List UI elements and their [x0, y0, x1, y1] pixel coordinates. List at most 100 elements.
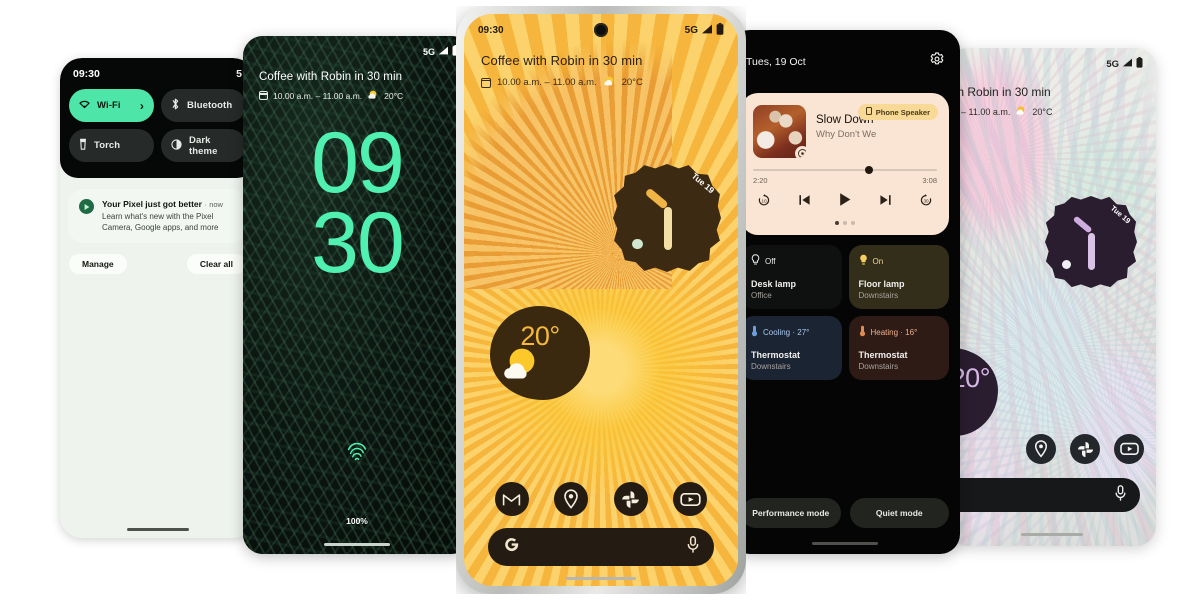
microphone-icon[interactable] [687, 536, 699, 558]
clock-widget[interactable]: Tue 19 [1045, 196, 1137, 288]
quiet-mode-button[interactable]: Quiet mode [849, 498, 949, 528]
device-screen: 09:30 5G Coffee with Robin in 30 min 10.… [464, 14, 738, 586]
notification-separator: · [204, 200, 207, 209]
elapsed-time: 2:20 [753, 176, 768, 185]
device-room: Downstairs [858, 291, 899, 300]
progress-slider[interactable] [753, 166, 937, 174]
page-dot[interactable] [851, 221, 855, 225]
status-bar: 5G [948, 48, 1156, 71]
page-dot-active[interactable] [835, 221, 839, 225]
status-bar: 09:30 5G [464, 14, 738, 38]
lightbulb-outline-icon [751, 254, 760, 268]
play-icon[interactable] [838, 192, 852, 212]
manage-button[interactable]: Manage [69, 254, 127, 275]
navigation-gesture-bar[interactable] [324, 543, 390, 546]
battery-full-icon [1136, 57, 1143, 71]
notification-body: Learn what's new with the Pixel Camera, … [102, 212, 219, 233]
navigation-gesture-bar[interactable] [812, 542, 878, 545]
calendar-icon [258, 91, 269, 100]
google-search-bar[interactable] [948, 478, 1140, 512]
forward-30-icon[interactable]: 30 [919, 193, 933, 212]
tile-torch[interactable]: Torch [69, 129, 154, 162]
device-name: Floor lamp [858, 279, 905, 289]
phone-lock-screen: 5G Coffee with Robin in 30 min 10.00 a.m… [243, 36, 471, 554]
google-g-icon [503, 536, 520, 558]
flashlight-icon [79, 138, 87, 153]
sun-cloud-icon [603, 75, 616, 90]
clock-minutes: 30 [311, 194, 405, 291]
clear-all-button[interactable]: Clear all [186, 254, 246, 275]
tile-wifi[interactable]: Wi-Fi › [69, 89, 154, 122]
microphone-icon[interactable] [1115, 484, 1126, 506]
navigation-gesture-bar[interactable] [566, 577, 636, 580]
glance-time-range: 10.00 a.m. – 11.00 a.m. [497, 77, 597, 88]
device-tile-desk-lamp[interactable]: Off Desk lamp Office [741, 245, 842, 309]
glance-title: Coffee with Robin in 30 min [259, 71, 403, 83]
google-search-bar[interactable] [488, 528, 714, 566]
device-room: Downstairs [858, 362, 899, 371]
status-time: 09:30 [73, 68, 100, 80]
youtube-icon[interactable] [1114, 434, 1144, 464]
glance-meta: 10.00 a.m. – 11.00 a.m. 20°C [258, 89, 455, 102]
device-tile-floor-lamp[interactable]: On Floor lamp Downstairs [848, 245, 949, 309]
track-artist: Why Don't We [816, 129, 877, 140]
clock-day-label: Tue 19 [689, 170, 717, 196]
at-a-glance[interactable]: Coffee with Robin in 30 min 10.00 a.m. –… [243, 58, 471, 102]
maps-pin-icon[interactable] [554, 482, 589, 516]
thermometer-heat-icon [859, 325, 866, 339]
calendar-icon [480, 77, 492, 88]
performance-mode-button[interactable]: Performance mode [741, 498, 841, 528]
tile-bluetooth[interactable]: Bluetooth [161, 89, 246, 122]
at-a-glance[interactable]: Coffee with Robin in 30 min 10.00 a.m. –… [464, 38, 738, 90]
page-dot[interactable] [843, 221, 847, 225]
tile-label: Wi-Fi [97, 100, 121, 111]
tile-dark-theme[interactable]: Dark theme [161, 129, 246, 162]
glance-meta: .00 a.m. – 11.00 a.m. 20°C [948, 105, 1156, 118]
media-controls: 10 30 [757, 192, 933, 212]
gmail-icon[interactable] [494, 482, 529, 516]
weather-widget[interactable]: 20° [490, 306, 590, 400]
device-name: Desk lamp [751, 279, 797, 289]
tile-label: Torch [94, 140, 121, 151]
youtube-icon[interactable] [673, 482, 708, 516]
phone-home-screen-orchid: 5G ee with Robin in 30 min .00 a.m. – 11… [948, 48, 1156, 546]
signal-bars-icon [1122, 58, 1133, 70]
skip-next-icon[interactable] [879, 193, 892, 211]
cast-source-icon [795, 146, 806, 158]
media-player-card[interactable]: Phone Speaker Slow Down Why Don't We 2:2… [741, 93, 949, 235]
navigation-gesture-bar[interactable] [1021, 533, 1083, 536]
pixel-showcase-stage: 09:30 5 Wi-Fi › Bluetooth Torch Dark the… [0, 0, 1200, 600]
progress-knob[interactable] [865, 166, 874, 174]
fingerprint-icon[interactable] [346, 440, 368, 469]
device-state: Heating · 16° [870, 327, 918, 337]
gear-icon[interactable] [930, 52, 944, 71]
maps-pin-icon[interactable] [1026, 434, 1056, 464]
album-art [753, 105, 806, 158]
output-device-chip[interactable]: Phone Speaker [857, 104, 938, 120]
app-dock [464, 482, 738, 516]
device-name: Thermostat [751, 350, 801, 360]
notification-time: now [209, 200, 223, 209]
device-tile-thermostat-heating[interactable]: Heating · 16° Thermostat Downstairs [848, 316, 949, 380]
output-device-label: Phone Speaker [875, 107, 930, 117]
thermometer-cool-icon [751, 325, 758, 339]
navigation-gesture-bar[interactable] [126, 528, 189, 531]
notification-card[interactable]: Your Pixel just got better · now Learn w… [68, 189, 247, 244]
phone-speaker-icon [865, 107, 872, 117]
google-photos-pinwheel-icon[interactable] [613, 482, 648, 516]
svg-text:10: 10 [761, 198, 767, 203]
tile-label: Dark theme [189, 134, 218, 157]
device-tile-thermostat-cooling[interactable]: Cooling · 27° Thermostat Downstairs [741, 316, 842, 380]
chevron-right-icon[interactable]: › [140, 99, 144, 113]
quick-settings-panel: 09:30 5 Wi-Fi › Bluetooth Torch Dark the… [60, 58, 255, 178]
google-photos-pinwheel-icon[interactable] [1070, 434, 1100, 464]
contrast-circle-icon [171, 138, 182, 153]
device-room: Office [751, 291, 772, 300]
device-state: Cooling · 27° [763, 327, 810, 337]
at-a-glance[interactable]: ee with Robin in 30 min .00 a.m. – 11.00… [948, 71, 1156, 118]
phone-google-home: Tues, 19 Oct Phone Speaker Slow Down Why… [730, 30, 960, 554]
skip-previous-icon[interactable] [798, 193, 811, 211]
replay-10-icon[interactable]: 10 [757, 193, 771, 212]
clock-widget[interactable]: Tue 19 [613, 164, 721, 272]
google-play-icon [79, 199, 94, 214]
